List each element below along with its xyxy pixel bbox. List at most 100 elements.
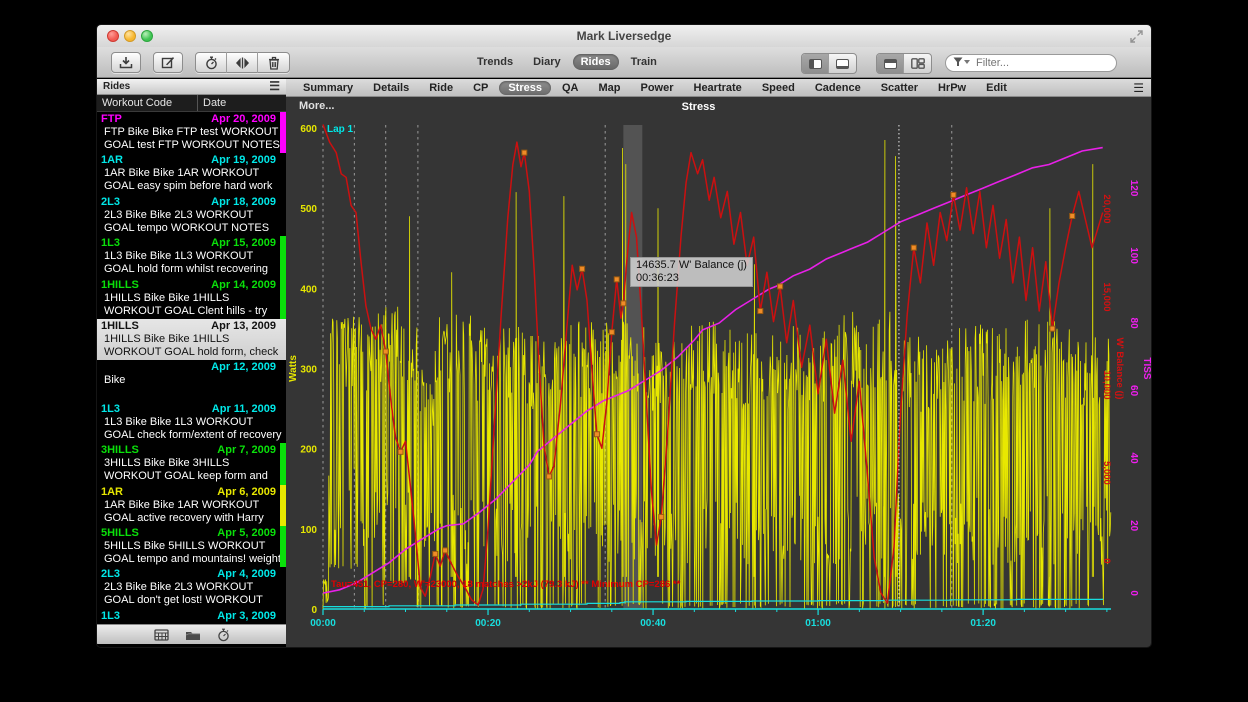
ride-item[interactable]: 1HILLSApr 14, 20091HILLS Bike Bike 1HILL…: [97, 278, 286, 319]
scope-tab-diary[interactable]: Diary: [525, 54, 569, 70]
calendar-button[interactable]: [154, 628, 169, 641]
svg-text:200: 200: [300, 445, 317, 456]
tab-heartrate[interactable]: Heartrate: [685, 81, 751, 95]
ride-code: 1AR: [101, 154, 123, 167]
svg-text:20,000: 20,000: [1101, 194, 1112, 223]
ride-item[interactable]: 1ARApr 19, 20091AR Bike Bike 1AR WORKOUT…: [97, 153, 286, 194]
sidebar-menu-icon[interactable]: ☰: [269, 79, 280, 94]
ride-code: 2L3: [101, 196, 120, 209]
ride-date: Apr 18, 2009: [211, 196, 276, 209]
ride-description: 1AR Bike Bike 1AR WORKOUT: [101, 499, 280, 512]
ride-date: Apr 15, 2009: [211, 237, 276, 250]
svg-text:0: 0: [1101, 558, 1112, 563]
ride-code: 1L3: [101, 403, 120, 416]
svg-text:0: 0: [1128, 590, 1139, 596]
stopwatch-icon: [205, 56, 218, 70]
svg-text:500: 500: [300, 204, 317, 215]
scope-tab-train[interactable]: Train: [623, 54, 665, 70]
ride-date: Apr 20, 2009: [211, 113, 276, 126]
view-tiled-button[interactable]: [877, 54, 904, 73]
ride-description: GOAL easy spim before hard work: [101, 180, 280, 193]
chart-menu-icon[interactable]: ☰: [1133, 81, 1144, 95]
tab-stress[interactable]: Stress: [499, 81, 551, 95]
tab-hrpw[interactable]: HrPw: [929, 81, 975, 95]
ride-code: 1L3: [101, 610, 120, 623]
svg-text:0: 0: [311, 605, 317, 616]
tab-power[interactable]: Power: [631, 81, 682, 95]
svg-text:300: 300: [300, 365, 317, 376]
ride-date: Apr 3, 2009: [217, 610, 276, 623]
ride-item[interactable]: 1HILLSApr 13, 20091HILLS Bike Bike 1HILL…: [97, 319, 286, 360]
ride-item[interactable]: 1ARApr 6, 20091AR Bike Bike 1AR WORKOUTG…: [97, 485, 286, 526]
tab-cp[interactable]: CP: [464, 81, 497, 95]
ride-item[interactable]: 2L3Apr 4, 20092L3 Bike Bike 2L3 WORKOUTG…: [97, 567, 286, 608]
bottom-panel-icon: [836, 59, 849, 69]
ride-description: 3HILLS Bike Bike 3HILLS: [101, 457, 280, 470]
tab-speed[interactable]: Speed: [753, 81, 804, 95]
scope-selector: TrendsDiaryRidesTrain: [469, 54, 665, 70]
toggle-sidebar-button[interactable]: [802, 54, 829, 73]
ride-description: GOAL tempo WORKOUT NOTES: [101, 222, 280, 235]
ride-code: 1L3: [101, 237, 120, 250]
scope-tab-trends[interactable]: Trends: [469, 54, 521, 70]
folder-button[interactable]: [185, 629, 201, 641]
column-workout-code[interactable]: Workout Code: [102, 95, 172, 111]
scope-tab-rides[interactable]: Rides: [573, 54, 619, 70]
tabbed-view-icon: [911, 58, 925, 69]
tab-qa[interactable]: QA: [553, 81, 588, 95]
split-ride-button[interactable]: [227, 52, 258, 73]
filter-box: [945, 53, 1117, 71]
x-axis: 00:0000:2000:4001:0001:20: [310, 609, 1111, 629]
tab-summary[interactable]: Summary: [294, 81, 362, 95]
tab-edit[interactable]: Edit: [977, 81, 1016, 95]
view-tabbed-button[interactable]: [904, 54, 931, 73]
tab-map[interactable]: Map: [589, 81, 629, 95]
ride-item[interactable]: 1L3 Apr 15, 20091L3 Bike Bike 1L3 WORKOUT…: [97, 236, 286, 277]
titlebar[interactable]: Mark Liversedge: [97, 25, 1151, 47]
panel-toggle-group: [801, 53, 857, 74]
annotation-text: Tau=451, CP=280, W'=23000, 18 matches >2…: [331, 579, 681, 590]
ride-description: 2L3 Bike Bike 2L3 WORKOUT: [101, 209, 280, 222]
ride-item[interactable]: FTPApr 20, 2009FTP Bike Bike FTP test WO…: [97, 112, 286, 153]
chart-tooltip: 14635.7 W' Balance (j) 00:36:23: [630, 257, 753, 287]
ride-description: FTP Bike Bike FTP test WORKOUT: [101, 126, 280, 139]
stopwatch-button[interactable]: [217, 628, 230, 642]
svg-text:TISS: TISS: [1141, 357, 1152, 380]
svg-text:00:00: 00:00: [310, 618, 336, 629]
ride-item[interactable]: Apr 12, 2009Bike: [97, 360, 286, 401]
ride-list-columns[interactable]: Workout Code Date: [97, 95, 286, 112]
ride-item[interactable]: 3HILLS Apr 7, 20093HILLS Bike Bike 3HILLS…: [97, 443, 286, 484]
ride-item[interactable]: 2L3 Apr 18, 20092L3 Bike Bike 2L3 WORKOUT…: [97, 195, 286, 236]
ride-date: Apr 14, 2009: [211, 279, 276, 292]
ride-date: Apr 5, 2009: [217, 527, 276, 540]
svg-text:80: 80: [1128, 318, 1139, 330]
ride-description: 1L3 Bike Bike 1L3 WORKOUT: [101, 250, 280, 263]
edit-ride-button[interactable]: [153, 52, 183, 73]
ride-date: Apr 6, 2009: [217, 486, 276, 499]
svg-text:01:00: 01:00: [805, 618, 831, 629]
svg-text:5,000: 5,000: [1101, 461, 1112, 485]
filter-funnel-icon[interactable]: [953, 57, 971, 67]
ride-code: 3HILLS: [101, 444, 139, 457]
svg-text:100: 100: [300, 525, 317, 536]
toggle-bottombar-button[interactable]: [829, 54, 856, 73]
fullscreen-icon[interactable]: [1130, 30, 1143, 43]
column-date[interactable]: Date: [197, 95, 226, 111]
tab-ride[interactable]: Ride: [420, 81, 462, 95]
tab-scatter[interactable]: Scatter: [872, 81, 927, 95]
tab-cadence[interactable]: Cadence: [806, 81, 870, 95]
tab-details[interactable]: Details: [364, 81, 418, 95]
import-ride-button[interactable]: [111, 52, 141, 73]
sidebar-footer-toolbar: [97, 624, 286, 644]
ride-date: Apr 13, 2009: [211, 320, 276, 333]
stress-chart-canvas[interactable]: Lap 100:0000:2000:4001:0001:200100200300…: [286, 97, 1152, 648]
delete-ride-button[interactable]: [258, 52, 289, 73]
ride-date: Apr 19, 2009: [211, 154, 276, 167]
ride-date: Apr 7, 2009: [217, 444, 276, 457]
interval-button[interactable]: [196, 52, 227, 73]
svg-text:01:20: 01:20: [970, 618, 996, 629]
ride-item[interactable]: 1L3 Apr 3, 2009: [97, 609, 286, 624]
ride-item[interactable]: 5HILLSApr 5, 20095HILLS Bike 5HILLS WORK…: [97, 526, 286, 567]
ride-item[interactable]: 1L3Apr 11, 20091L3 Bike Bike 1L3 WORKOUT…: [97, 402, 286, 443]
svg-text:120: 120: [1128, 180, 1139, 197]
